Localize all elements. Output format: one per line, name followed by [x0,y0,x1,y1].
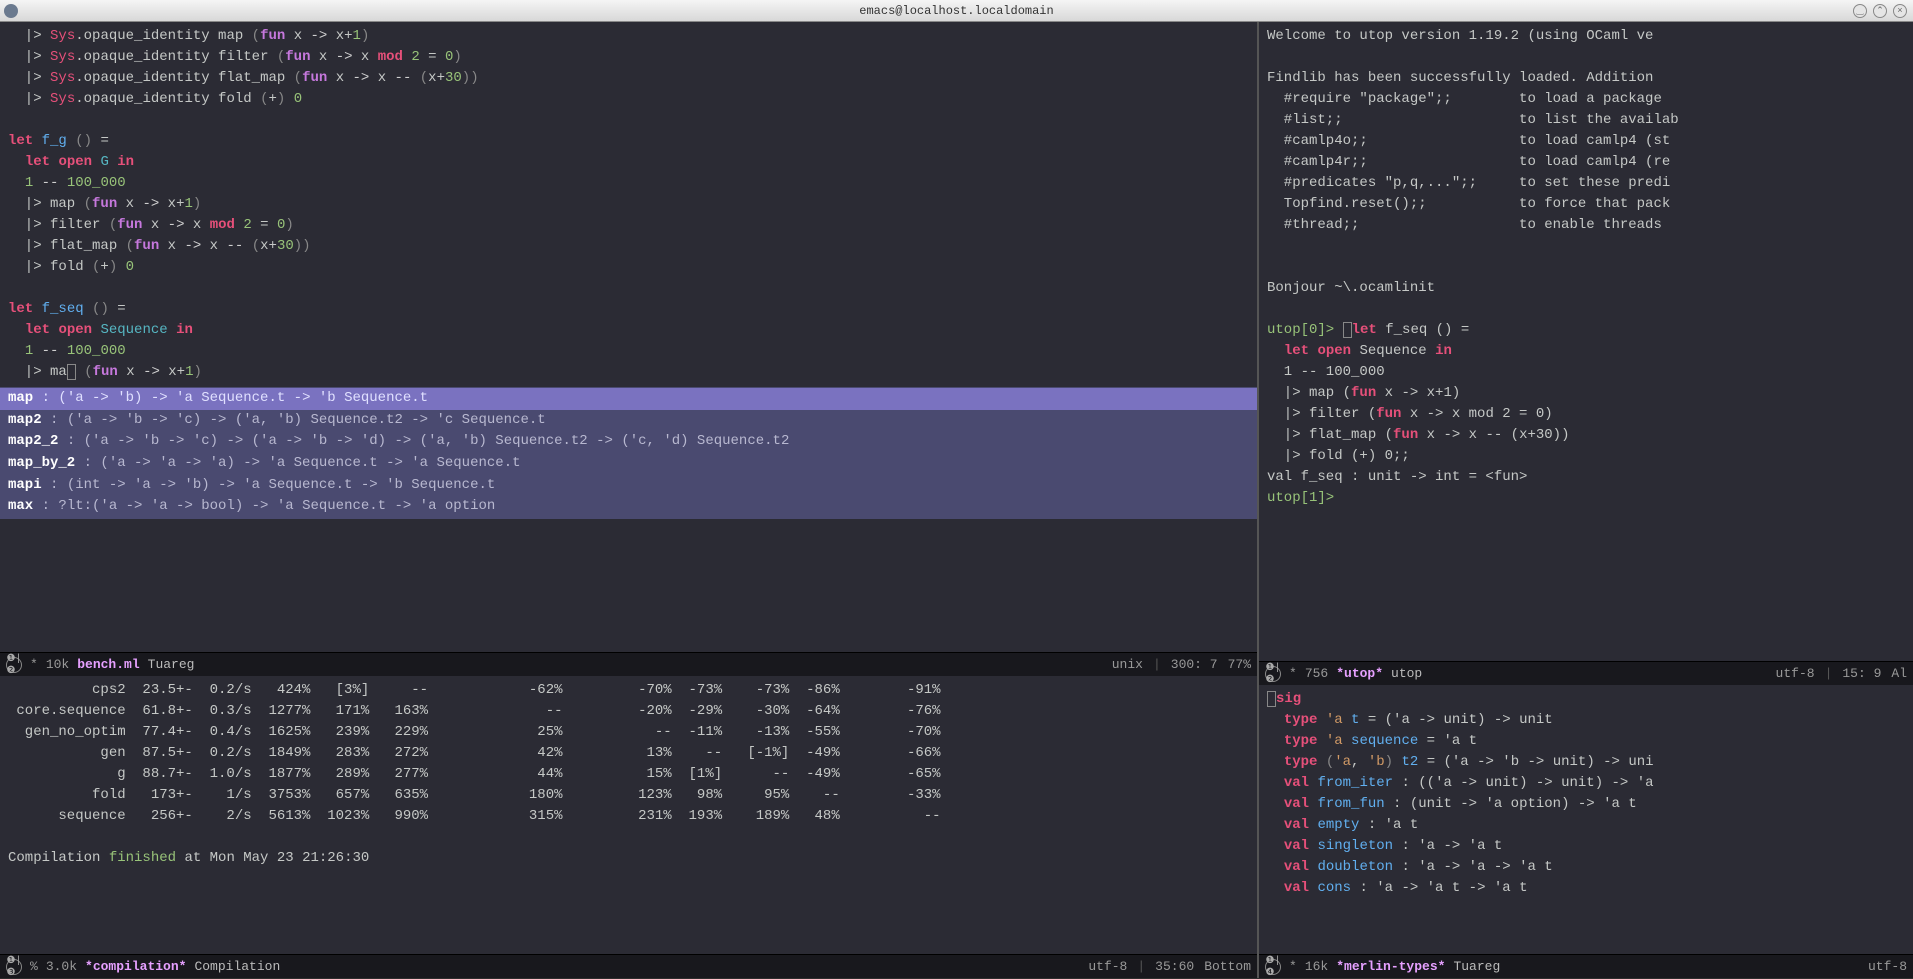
compilation-content: cps2 23.5+- 0.2/s 424% [3%] -- -62% -70%… [0,676,1257,873]
completion-item[interactable]: map2_2 : ('a -> 'b -> 'c) -> ('a -> 'b -… [0,431,1257,453]
buffer-size: 756 [1305,666,1328,681]
buffer-name: *compilation* [85,959,186,974]
buffer-modified: * [1289,959,1297,974]
cursor-pos: 35:60 [1155,959,1194,974]
modeline-editor: ❶|❷ * 10k bench.ml Tuareg unix | 300: 7 … [0,652,1257,676]
window-titlebar: emacs@localhost.localdomain ‿ ⌃ × [0,0,1913,22]
merlin-types-pane[interactable]: sig type 'a t = ('a -> unit) -> unit typ… [1259,685,1913,954]
major-mode: Tuareg [1453,959,1500,974]
left-column: |> Sys.opaque_identity map (fun x -> x+1… [0,22,1259,978]
encoding: utf-8 [1868,959,1907,974]
app-icon [4,4,18,18]
window-controls: ‿ ⌃ × [1853,4,1907,18]
window-title: emacs@localhost.localdomain [859,4,1053,18]
buffer-size: 3.0k [46,959,77,974]
utop-pane[interactable]: Welcome to utop version 1.19.2 (using OC… [1259,22,1913,661]
scroll-pct: Bottom [1204,959,1251,974]
right-column: Welcome to utop version 1.19.2 (using OC… [1259,22,1913,978]
buffer-modified: * [1289,666,1297,681]
modeline-indicator: ❶|❸ [6,959,22,975]
modeline-indicator: ❶|❹ [1265,959,1281,975]
close-icon[interactable]: × [1893,4,1907,18]
encoding: utf-8 [1088,959,1127,974]
modeline-compilation: ❶|❸ % 3.0k *compilation* Compilation utf… [0,954,1257,978]
major-mode: Compilation [194,959,280,974]
major-mode: utop [1391,666,1422,681]
compilation-pane[interactable]: cps2 23.5+- 0.2/s 424% [3%] -- -62% -70%… [0,676,1257,954]
merlin-types-content: sig type 'a t = ('a -> unit) -> unit typ… [1259,685,1913,903]
buffer-size: 16k [1305,959,1328,974]
buffer-modified: % [30,959,38,974]
editor-pane[interactable]: |> Sys.opaque_identity map (fun x -> x+1… [0,22,1257,652]
modeline-indicator: ❶|❷ [6,657,22,673]
completion-item[interactable]: map_by_2 : ('a -> 'a -> 'a) -> 'a Sequen… [0,453,1257,475]
workspace: |> Sys.opaque_identity map (fun x -> x+1… [0,22,1913,978]
cursor-pos: 15: 9 [1842,666,1881,681]
completion-item[interactable]: map2 : ('a -> 'b -> 'c) -> ('a, 'b) Sequ… [0,410,1257,432]
modeline-indicator: ❶|❷ [1265,666,1281,682]
buffer-modified: * [30,657,38,672]
scroll-pct: Al [1891,666,1907,681]
scroll-pct: 77% [1228,657,1251,672]
buffer-name: bench.ml [77,657,139,672]
modeline-merlin: ❶|❹ * 16k *merlin-types* Tuareg utf-8 [1259,954,1913,978]
utop-content[interactable]: Welcome to utop version 1.19.2 (using OC… [1259,22,1913,513]
buffer-size: 10k [46,657,69,672]
completion-item[interactable]: max : ?lt:('a -> 'a -> bool) -> 'a Seque… [0,496,1257,518]
editor-content[interactable]: |> Sys.opaque_identity map (fun x -> x+1… [0,22,1257,387]
encoding: utf-8 [1776,666,1815,681]
completion-item[interactable]: map : ('a -> 'b) -> 'a Sequence.t -> 'b … [0,388,1257,410]
cursor-pos: 300: 7 [1171,657,1218,672]
completion-item[interactable]: mapi : (int -> 'a -> 'b) -> 'a Sequence.… [0,475,1257,497]
buffer-name: *merlin-types* [1336,959,1445,974]
modeline-utop: ❶|❷ * 756 *utop* utop utf-8 | 15: 9 Al [1259,661,1913,685]
minimize-icon[interactable]: ‿ [1853,4,1867,18]
major-mode: Tuareg [148,657,195,672]
maximize-icon[interactable]: ⌃ [1873,4,1887,18]
env-label: unix [1112,657,1143,672]
buffer-name: *utop* [1336,666,1383,681]
completion-popup[interactable]: map : ('a -> 'b) -> 'a Sequence.t -> 'b … [0,387,1257,519]
